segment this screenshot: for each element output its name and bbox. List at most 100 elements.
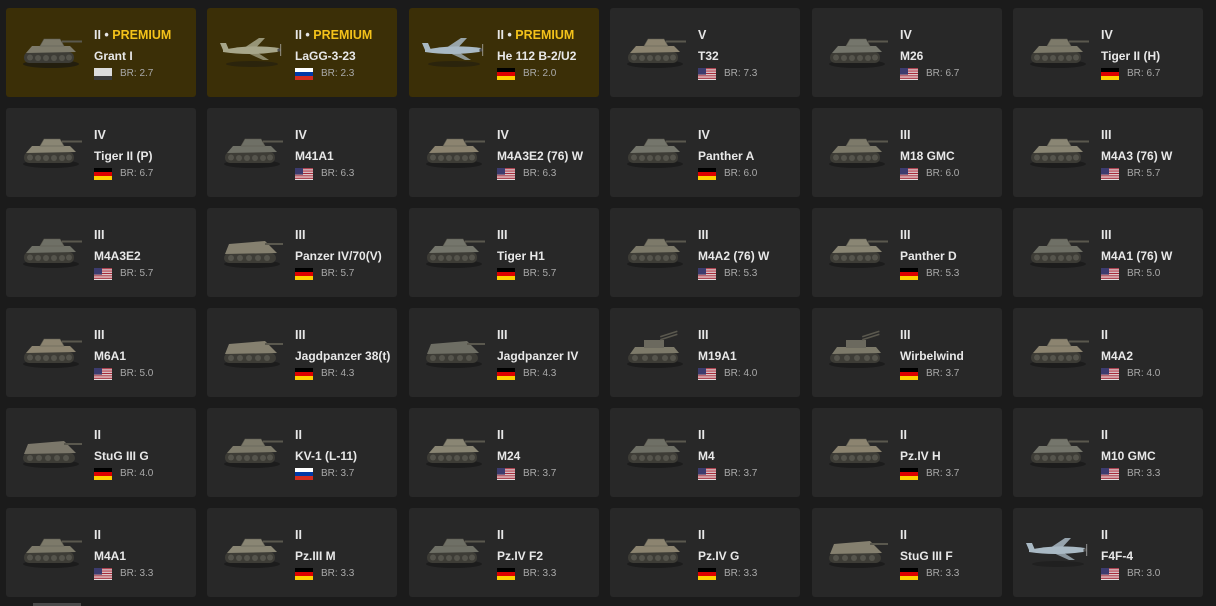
vehicle-rank: III bbox=[900, 128, 910, 142]
battle-rating: BR: 4.0 bbox=[724, 368, 758, 379]
usa-flag-icon bbox=[94, 268, 112, 280]
tank-icon bbox=[18, 126, 84, 172]
vehicle-card[interactable]: IV Panther A BR: 6.0 bbox=[610, 108, 800, 197]
spaa-icon bbox=[824, 326, 890, 372]
vehicle-name: M4A1 bbox=[94, 549, 127, 563]
germany-flag-icon bbox=[295, 368, 313, 380]
tank-icon bbox=[18, 326, 84, 372]
tank-icon bbox=[824, 226, 890, 272]
vehicle-card[interactable]: II KV-1 (L-11) BR: 3.7 bbox=[207, 408, 397, 497]
vehicle-card[interactable]: II Pz.IV F2 BR: 3.3 bbox=[409, 508, 599, 597]
vehicle-card[interactable]: II M10 GMC BR: 3.3 bbox=[1013, 408, 1203, 497]
vehicle-rank: II bbox=[295, 528, 302, 542]
vehicle-rank: III bbox=[94, 328, 104, 342]
germany-flag-icon bbox=[497, 568, 515, 580]
vehicle-rank: II bbox=[1101, 328, 1108, 342]
rank-numeral: III bbox=[900, 128, 911, 142]
vehicle-card[interactable]: II M24 BR: 3.7 bbox=[409, 408, 599, 497]
vehicle-card[interactable]: III M6A1 BR: 5.0 bbox=[6, 308, 196, 397]
tank-icon bbox=[1025, 326, 1091, 372]
vehicle-card[interactable]: III M4A3E2 BR: 5.7 bbox=[6, 208, 196, 297]
rank-numeral: II bbox=[1101, 528, 1108, 542]
rank-numeral: II bbox=[94, 528, 101, 542]
rank-numeral: IV bbox=[295, 128, 307, 142]
vehicle-rank: II bbox=[1101, 528, 1108, 542]
rank-separator: • bbox=[301, 28, 314, 42]
vehicle-rank: V bbox=[698, 28, 706, 42]
vehicle-card[interactable]: II F4F-4 BR: 3.0 bbox=[1013, 508, 1203, 597]
usa-flag-icon bbox=[698, 468, 716, 480]
tank-icon bbox=[824, 426, 890, 472]
vehicle-card[interactable]: II M4A2 BR: 4.0 bbox=[1013, 308, 1203, 397]
vehicle-card[interactable]: IV Tiger II (H) BR: 6.7 bbox=[1013, 8, 1203, 97]
battle-rating: BR: 3.7 bbox=[523, 468, 557, 479]
vehicle-rank: III bbox=[94, 228, 104, 242]
vehicle-card[interactable]: II M4 BR: 3.7 bbox=[610, 408, 800, 497]
vehicle-name: M19A1 bbox=[698, 349, 737, 363]
vehicle-card[interactable]: II Pz.III M BR: 3.3 bbox=[207, 508, 397, 597]
rank-numeral: II bbox=[900, 528, 907, 542]
germany-flag-icon bbox=[900, 468, 918, 480]
vehicle-rank: IV bbox=[295, 128, 307, 142]
vehicle-rank: II bbox=[94, 528, 101, 542]
vehicle-rank: IV bbox=[900, 28, 912, 42]
vehicle-rank: III bbox=[900, 328, 910, 342]
vehicle-card[interactable]: II • PREMIUM He 112 B-2/U2 BR: 2.0 bbox=[409, 8, 599, 97]
vehicle-card[interactable]: III Tiger H1 BR: 5.7 bbox=[409, 208, 599, 297]
germany-flag-icon bbox=[900, 368, 918, 380]
premium-label: PREMIUM bbox=[112, 28, 172, 42]
vehicle-card[interactable]: IV M41A1 BR: 6.3 bbox=[207, 108, 397, 197]
rank-separator: • bbox=[100, 28, 113, 42]
vehicle-card[interactable]: III Panzer IV/70(V) BR: 5.7 bbox=[207, 208, 397, 297]
vehicle-card[interactable]: III M4A3 (76) W BR: 5.7 bbox=[1013, 108, 1203, 197]
vehicle-name: M10 GMC bbox=[1101, 449, 1156, 463]
vehicle-name: Panther A bbox=[698, 149, 755, 163]
vehicle-card[interactable]: III M4A1 (76) W BR: 5.0 bbox=[1013, 208, 1203, 297]
vehicle-name: Pz.III M bbox=[295, 549, 336, 563]
battle-rating: BR: 3.3 bbox=[321, 568, 355, 579]
vehicle-name: Pz.IV H bbox=[900, 449, 941, 463]
vehicle-rank: III bbox=[295, 328, 305, 342]
tank-destroyer-icon bbox=[18, 426, 84, 472]
vehicle-rank: II • PREMIUM bbox=[295, 28, 372, 42]
vehicle-rank: III bbox=[698, 328, 708, 342]
vehicle-card[interactable]: II • PREMIUM LaGG-3-23 BR: 2.3 bbox=[207, 8, 397, 97]
vehicle-card[interactable]: IV Tiger II (P) BR: 6.7 bbox=[6, 108, 196, 197]
vehicle-card[interactable]: II StuG III G BR: 4.0 bbox=[6, 408, 196, 497]
vehicle-card[interactable]: III Wirbelwind BR: 3.7 bbox=[812, 308, 1002, 397]
tank-icon bbox=[18, 226, 84, 272]
vehicle-card[interactable]: II M4A1 BR: 3.3 bbox=[6, 508, 196, 597]
vehicle-rank: II • PREMIUM bbox=[94, 28, 171, 42]
vehicle-card[interactable]: III Jagdpanzer IV BR: 4.3 bbox=[409, 308, 599, 397]
vehicle-card[interactable]: III M19A1 BR: 4.0 bbox=[610, 308, 800, 397]
vehicle-card[interactable]: II • PREMIUM Grant I BR: 2.7 bbox=[6, 8, 196, 97]
vehicle-card[interactable]: II StuG III F BR: 3.3 bbox=[812, 508, 1002, 597]
rank-numeral: IV bbox=[900, 28, 912, 42]
battle-rating: BR: 3.3 bbox=[926, 568, 960, 579]
rank-numeral: V bbox=[698, 28, 707, 42]
vehicle-card[interactable]: III Panther D BR: 5.3 bbox=[812, 208, 1002, 297]
vehicle-card[interactable]: IV M4A3E2 (76) W BR: 6.3 bbox=[409, 108, 599, 197]
vehicle-grid: II • PREMIUM Grant I BR: 2.7 II • PREMIUM La… bbox=[0, 0, 1216, 606]
vehicle-rank: III bbox=[497, 228, 507, 242]
vehicle-name: M18 GMC bbox=[900, 149, 955, 163]
vehicle-rank: II bbox=[900, 428, 907, 442]
vehicle-card[interactable]: III M18 GMC BR: 6.0 bbox=[812, 108, 1002, 197]
vehicle-rank: II bbox=[698, 528, 705, 542]
battle-rating: BR: 5.7 bbox=[120, 268, 154, 279]
vehicle-name: M24 bbox=[497, 449, 521, 463]
vehicle-card[interactable]: V T32 BR: 7.3 bbox=[610, 8, 800, 97]
rank-numeral: III bbox=[497, 328, 508, 342]
battle-rating: BR: 3.7 bbox=[926, 368, 960, 379]
vehicle-card[interactable]: II Pz.IV G BR: 3.3 bbox=[610, 508, 800, 597]
vehicle-card[interactable]: III Jagdpanzer 38(t) BR: 4.3 bbox=[207, 308, 397, 397]
vehicle-rank: II bbox=[698, 428, 705, 442]
vehicle-rank: III bbox=[497, 328, 507, 342]
vehicle-card[interactable]: II Pz.IV H BR: 3.7 bbox=[812, 408, 1002, 497]
vehicle-card[interactable]: IV M26 BR: 6.7 bbox=[812, 8, 1002, 97]
battle-rating: BR: 5.3 bbox=[926, 268, 960, 279]
tank-icon bbox=[421, 426, 487, 472]
vehicle-card[interactable]: III M4A2 (76) W BR: 5.3 bbox=[610, 208, 800, 297]
usa-flag-icon bbox=[497, 168, 515, 180]
germany-flag-icon bbox=[94, 168, 112, 180]
